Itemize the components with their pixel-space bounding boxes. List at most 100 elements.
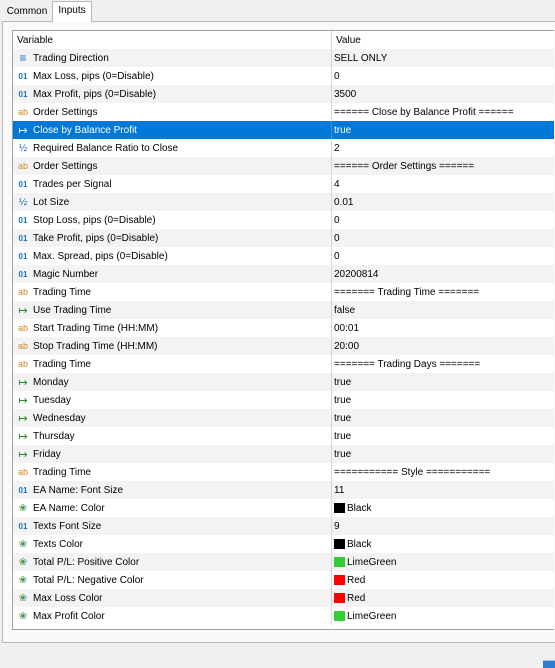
variable-label: Wednesday [33, 412, 86, 424]
table-row[interactable]: ❀ EA Name: Color Black [13, 499, 554, 517]
value-cell[interactable]: Black [331, 535, 554, 553]
variable-label: Tuesday [33, 394, 71, 406]
value-cell[interactable]: true [331, 121, 554, 139]
color-swatch [334, 557, 345, 567]
variable-cell: ❀ Max Loss Color [13, 589, 331, 607]
table-row[interactable]: 01 Stop Loss, pips (0=Disable) 0 [13, 211, 554, 229]
value-cell[interactable]: true [331, 427, 554, 445]
variable-cell: ❀ EA Name: Color [13, 499, 331, 517]
inputs-grid: Variable Value ≡ Trading Direction SELL ON… [12, 30, 554, 630]
column-header-value[interactable]: Value [331, 31, 554, 49]
table-row[interactable]: ❀ Total P/L: Negative Color Red [13, 571, 554, 589]
variable-cell: ↦ Close by Balance Profit [13, 121, 331, 139]
column-header-variable[interactable]: Variable [13, 31, 331, 49]
value-cell[interactable]: ======= Trading Time ======= [331, 283, 554, 301]
value-text: ======= Trading Time ======= [334, 286, 480, 298]
variable-label: Order Settings [33, 160, 98, 172]
color-icon: ❀ [16, 575, 30, 586]
table-row[interactable]: ↦ Close by Balance Profit true [13, 121, 554, 139]
value-cell[interactable]: 0 [331, 211, 554, 229]
table-row[interactable]: ↦ Tuesday true [13, 391, 554, 409]
table-row[interactable]: 01 Trades per Signal 4 [13, 175, 554, 193]
value-cell[interactable]: 00:01 [331, 319, 554, 337]
table-row[interactable]: ❀ Max Profit Color LimeGreen [13, 607, 554, 625]
value-text: Black [347, 502, 372, 514]
value-text: 0 [334, 232, 340, 244]
table-row[interactable]: ½ Required Balance Ratio to Close 2 [13, 139, 554, 157]
string-icon: ab [17, 341, 28, 351]
table-row[interactable]: ½ Lot Size 0.01 [13, 193, 554, 211]
table-row[interactable]: ab Trading Time ======= Trading Time =====… [13, 283, 554, 301]
value-cell[interactable]: Black [331, 499, 554, 517]
value-text: 0 [334, 70, 340, 82]
value-cell[interactable]: ====== Order Settings ====== [331, 157, 554, 175]
table-row[interactable]: 01 Magic Number 20200814 [13, 265, 554, 283]
variable-cell: 01 Trades per Signal [13, 175, 331, 193]
variable-label: Trading Direction [33, 52, 109, 64]
value-cell[interactable]: 2 [331, 139, 554, 157]
value-cell[interactable]: false [331, 301, 554, 319]
table-row[interactable]: ↦ Monday true [13, 373, 554, 391]
variable-label: Order Settings [33, 106, 98, 118]
value-cell[interactable]: 0 [331, 67, 554, 85]
table-row[interactable]: ❀ Total P/L: Positive Color LimeGreen [13, 553, 554, 571]
table-row[interactable]: 01 Texts Font Size 9 [13, 517, 554, 535]
table-row[interactable]: ≡ Trading Direction SELL ONLY [13, 49, 554, 67]
value-text: true [334, 430, 352, 442]
table-row[interactable]: ab Order Settings ====== Close by Balance … [13, 103, 554, 121]
table-row[interactable]: ❀ Texts Color Black [13, 535, 554, 553]
value-cell[interactable]: 3500 [331, 85, 554, 103]
value-cell[interactable]: LimeGreen [331, 553, 554, 571]
table-row[interactable]: 01 Take Profit, pips (0=Disable) 0 [13, 229, 554, 247]
table-row[interactable]: ab Order Settings ====== Order Settings ==… [13, 157, 554, 175]
variable-cell: ❀ Texts Color [13, 535, 331, 553]
boolean-icon: ↦ [18, 304, 28, 317]
value-cell[interactable]: =========== Style =========== [331, 463, 554, 481]
table-row[interactable]: ↦ Thursday true [13, 427, 554, 445]
table-row[interactable]: ab Start Trading Time (HH:MM) 00:01 [13, 319, 554, 337]
table-row[interactable]: ab Stop Trading Time (HH:MM) 20:00 [13, 337, 554, 355]
value-cell[interactable]: SELL ONLY [331, 49, 554, 67]
value-cell[interactable]: 4 [331, 175, 554, 193]
value-cell[interactable]: ====== Close by Balance Profit ====== [331, 103, 554, 121]
table-row[interactable]: ↦ Use Trading Time false [13, 301, 554, 319]
variable-label: Total P/L: Negative Color [33, 574, 144, 586]
color-icon: ❀ [16, 557, 30, 568]
table-row[interactable]: ab Trading Time =========== Style ========… [13, 463, 554, 481]
variable-label: Trading Time [33, 466, 91, 478]
value-cell[interactable]: Red [331, 589, 554, 607]
table-row[interactable]: 01 Max Profit, pips (0=Disable) 3500 [13, 85, 554, 103]
table-row[interactable]: 01 Max Loss, pips (0=Disable) 0 [13, 67, 554, 85]
table-row[interactable]: ↦ Wednesday true [13, 409, 554, 427]
table-row[interactable]: 01 EA Name: Font Size 11 [13, 481, 554, 499]
value-cell[interactable]: 0 [331, 229, 554, 247]
table-row[interactable]: ab Trading Time ======= Trading Days =====… [13, 355, 554, 373]
value-cell[interactable]: 0.01 [331, 193, 554, 211]
integer-icon: 01 [18, 215, 28, 225]
value-cell[interactable]: true [331, 409, 554, 427]
value-cell[interactable]: Red [331, 571, 554, 589]
value-cell[interactable]: true [331, 391, 554, 409]
value-cell[interactable]: 20:00 [331, 337, 554, 355]
value-text: true [334, 124, 352, 136]
tab-inputs[interactable]: Inputs [52, 1, 92, 22]
color-icon: ❀ [16, 539, 30, 550]
value-cell[interactable]: 0 [331, 247, 554, 265]
variable-cell: ❀ Total P/L: Positive Color [13, 553, 331, 571]
variable-label: Total P/L: Positive Color [33, 556, 140, 568]
variable-cell: ↦ Friday [13, 445, 331, 463]
table-row[interactable]: 01 Max. Spread, pips (0=Disable) 0 [13, 247, 554, 265]
value-cell[interactable]: 9 [331, 517, 554, 535]
value-cell[interactable]: LimeGreen [331, 607, 554, 625]
table-row[interactable]: ↦ Friday true [13, 445, 554, 463]
value-cell[interactable]: 20200814 [331, 265, 554, 283]
tab-common[interactable]: Common [3, 3, 51, 22]
variable-label: Use Trading Time [33, 304, 112, 316]
value-cell[interactable]: true [331, 445, 554, 463]
variable-cell: ❀ Total P/L: Negative Color [13, 571, 331, 589]
value-cell[interactable]: 11 [331, 481, 554, 499]
table-row[interactable]: ❀ Max Loss Color Red [13, 589, 554, 607]
value-cell[interactable]: true [331, 373, 554, 391]
value-cell[interactable]: ======= Trading Days ======= [331, 355, 554, 373]
variable-cell: ↦ Monday [13, 373, 331, 391]
